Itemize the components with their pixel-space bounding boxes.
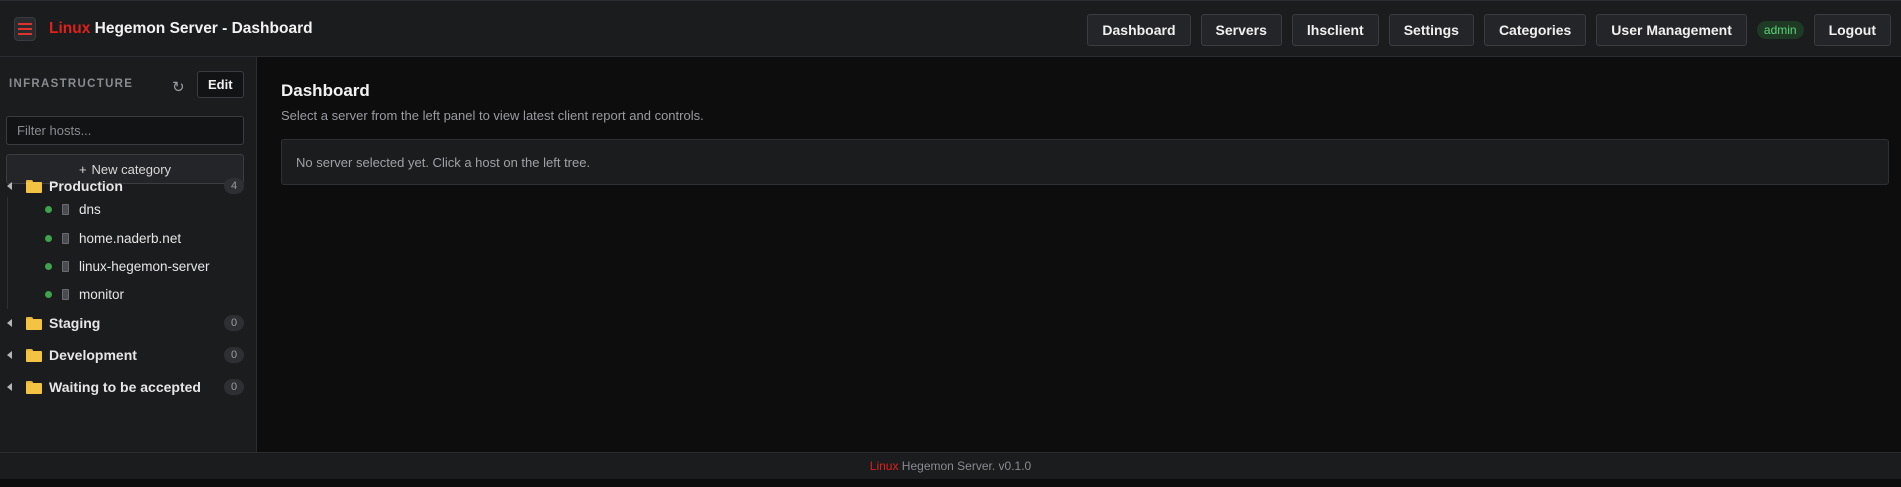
category-name: Waiting to be accepted xyxy=(49,379,201,395)
caret-icon[interactable] xyxy=(7,383,12,391)
nav-servers-button[interactable]: Servers xyxy=(1200,14,1282,46)
top-bar: Linux Hegemon Server - Dashboard Dashboa… xyxy=(0,0,1901,57)
empty-state-message: No server selected yet. Click a host on … xyxy=(296,154,591,170)
host-item-dns[interactable]: dns xyxy=(0,198,250,220)
nav-user-management-button[interactable]: User Management xyxy=(1596,14,1747,46)
host-name: home.naderb.net xyxy=(79,230,182,246)
app-title: Linux Hegemon Server - Dashboard xyxy=(49,20,313,38)
category-name: Staging xyxy=(49,315,101,331)
edit-button[interactable]: Edit xyxy=(197,71,244,98)
nav-categories-button[interactable]: Categories xyxy=(1483,14,1587,46)
folder-icon xyxy=(26,317,42,330)
caret-icon[interactable] xyxy=(7,351,12,359)
title-rest: Hegemon Server - Dashboard xyxy=(90,20,313,37)
category-count: 4 xyxy=(224,178,244,194)
menu-logo-icon[interactable] xyxy=(14,17,36,41)
status-online-icon xyxy=(45,234,52,242)
folder-icon xyxy=(26,381,42,394)
folder-icon xyxy=(26,349,42,362)
nav-settings-button[interactable]: Settings xyxy=(1388,14,1474,46)
server-icon xyxy=(62,260,69,272)
category-count: 0 xyxy=(224,347,244,363)
host-item-linux-hegemon-server[interactable]: linux-hegemon-server xyxy=(0,255,250,277)
category-production[interactable]: Production 4 xyxy=(0,174,250,198)
filter-hosts-input[interactable] xyxy=(6,116,244,145)
empty-state-box: No server selected yet. Click a host on … xyxy=(281,139,1889,185)
host-name: linux-hegemon-server xyxy=(79,258,210,274)
nav-dashboard-button[interactable]: Dashboard xyxy=(1087,14,1191,46)
category-count: 0 xyxy=(224,379,244,395)
category-name: Production xyxy=(49,178,123,194)
page-subtitle: Select a server from the left panel to v… xyxy=(281,108,704,123)
top-nav: Dashboard Servers lhsclient Settings Cat… xyxy=(1087,14,1891,46)
page-title: Dashboard xyxy=(281,81,370,100)
category-development[interactable]: Development 0 xyxy=(0,343,250,367)
caret-icon[interactable] xyxy=(7,319,12,327)
status-online-icon xyxy=(45,290,52,298)
status-online-icon xyxy=(45,262,52,270)
brand-linux: Linux xyxy=(49,20,91,37)
server-icon xyxy=(62,288,69,300)
category-name: Development xyxy=(49,347,137,363)
host-name: monitor xyxy=(79,286,125,302)
folder-icon xyxy=(26,180,42,193)
category-staging[interactable]: Staging 0 xyxy=(0,311,250,335)
bottom-strip xyxy=(0,479,1901,487)
status-online-icon xyxy=(45,205,52,213)
footer-text: Hegemon Server. v0.1.0 xyxy=(898,459,1032,473)
logout-button[interactable]: Logout xyxy=(1813,14,1891,46)
nav-lhsclient-button[interactable]: lhsclient xyxy=(1291,14,1379,46)
footer-brand-linux: Linux xyxy=(869,459,899,473)
server-icon xyxy=(62,232,69,244)
sidebar: INFRASTRUCTURE ↻ Edit +New category Prod… xyxy=(0,57,257,452)
caret-icon[interactable] xyxy=(7,182,12,190)
server-icon xyxy=(62,203,69,215)
footer: Linux Hegemon Server. v0.1.0 xyxy=(0,452,1901,479)
sidebar-heading: INFRASTRUCTURE xyxy=(9,78,134,90)
user-badge: admin xyxy=(1756,21,1804,39)
category-waiting-to-be-accepted[interactable]: Waiting to be accepted 0 xyxy=(0,375,250,399)
refresh-icon[interactable]: ↻ xyxy=(172,78,185,96)
host-item-home-naderb-net[interactable]: home.naderb.net xyxy=(0,227,250,249)
main-panel: Dashboard Select a server from the left … xyxy=(258,57,1901,452)
category-count: 0 xyxy=(224,315,244,331)
host-item-monitor[interactable]: monitor xyxy=(0,283,250,305)
host-name: dns xyxy=(79,201,101,217)
